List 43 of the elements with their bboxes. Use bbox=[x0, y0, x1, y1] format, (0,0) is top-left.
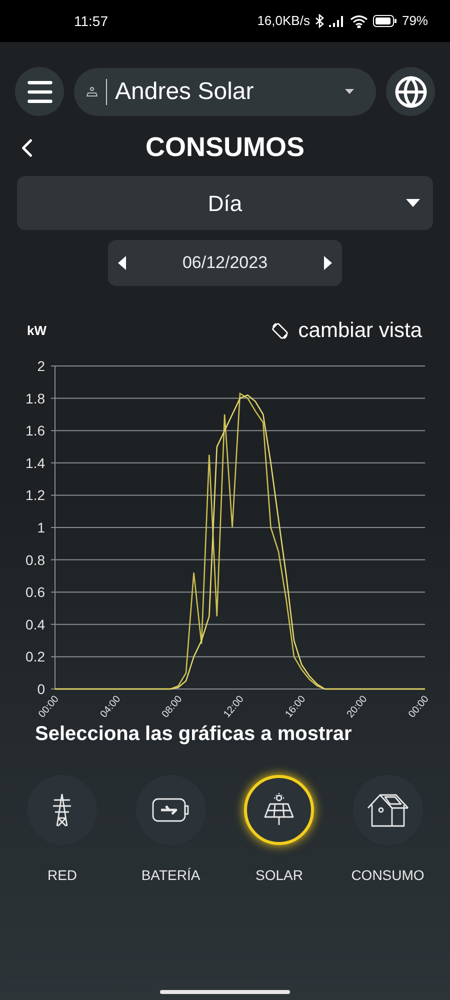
right-triangle-icon bbox=[324, 256, 332, 270]
series-label: RED bbox=[47, 866, 78, 885]
page-title: CONSUMOS bbox=[145, 130, 304, 164]
menu-button[interactable] bbox=[15, 67, 64, 116]
series-label: SOLAR bbox=[256, 866, 303, 885]
house-icon bbox=[366, 792, 410, 828]
y-tick-label: 1.8 bbox=[26, 390, 45, 406]
unit-label: kW bbox=[27, 322, 46, 340]
dropdown-caret-icon bbox=[406, 199, 420, 207]
period-select[interactable]: Día bbox=[17, 176, 433, 230]
rotate-screen-icon bbox=[270, 321, 290, 341]
y-tick-label: 2 bbox=[37, 358, 45, 374]
y-tick-label: 1 bbox=[37, 520, 45, 536]
status-time: 11:57 bbox=[74, 12, 108, 30]
y-tick-label: 0.4 bbox=[26, 616, 45, 632]
language-button[interactable] bbox=[386, 67, 435, 116]
wifi-icon bbox=[350, 14, 368, 28]
dropdown-caret-icon bbox=[345, 89, 354, 94]
date-value: 06/12/2023 bbox=[182, 252, 268, 274]
series-label: CONSUMO bbox=[351, 866, 424, 885]
series-toggle-button[interactable] bbox=[244, 775, 314, 845]
battery-percent: 79% bbox=[402, 12, 428, 30]
y-tick-label: 1.4 bbox=[26, 454, 45, 471]
series-label: BATERÍA bbox=[141, 866, 200, 885]
next-day-button[interactable] bbox=[324, 256, 332, 270]
y-tick-label: 0 bbox=[37, 681, 45, 697]
y-tick-label: 0.8 bbox=[26, 552, 45, 568]
battery-icon bbox=[152, 798, 190, 822]
y-tick-label: 0.2 bbox=[26, 648, 45, 665]
battery-status-icon bbox=[372, 15, 397, 27]
site-selector[interactable]: Andres Solar bbox=[74, 68, 376, 116]
y-tick-label: 1.6 bbox=[26, 422, 45, 439]
previous-day-button[interactable] bbox=[118, 256, 126, 270]
y-tick-label: 0.6 bbox=[26, 584, 45, 600]
change-view-button[interactable]: cambiar vista bbox=[270, 315, 422, 347]
bluetooth-icon bbox=[314, 14, 324, 28]
left-triangle-icon bbox=[118, 256, 126, 270]
section-title: Selecciona las gráficas a mostrar bbox=[34, 722, 353, 747]
y-tick-label: 1.2 bbox=[26, 487, 45, 504]
globe-icon bbox=[394, 74, 428, 108]
network-speed: 16,0KB/s bbox=[257, 12, 310, 30]
signal-icon bbox=[328, 15, 345, 27]
power-tower-icon bbox=[51, 793, 74, 827]
